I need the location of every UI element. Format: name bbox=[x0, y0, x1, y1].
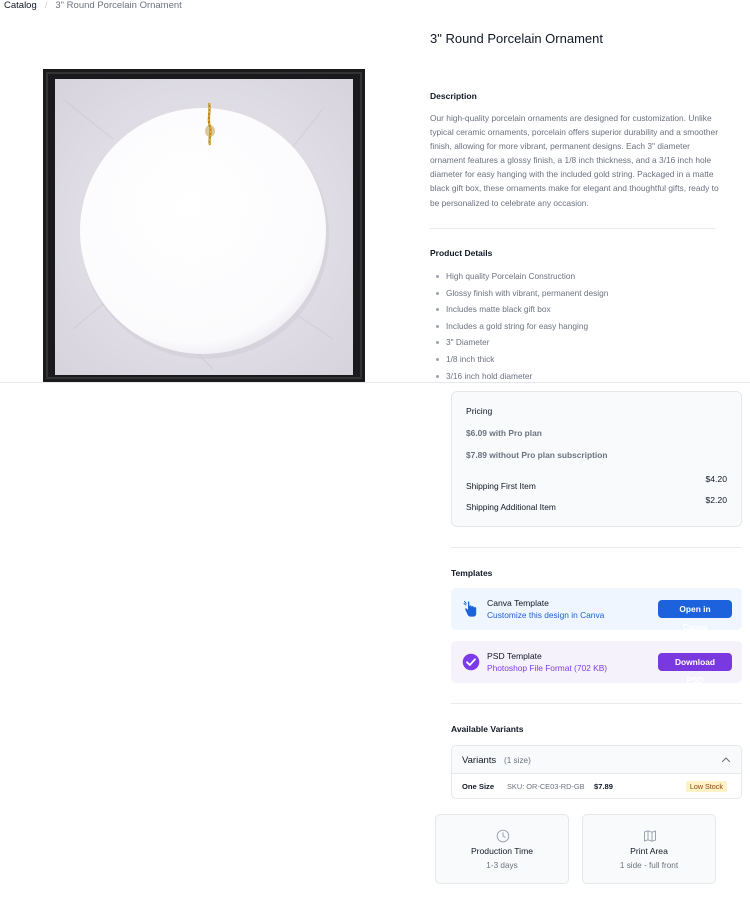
psd-template-name: PSD Template bbox=[487, 651, 542, 661]
description-text: Our high-quality porcelain ornaments are… bbox=[430, 113, 719, 208]
list-item: Includes matte black gift box bbox=[436, 301, 608, 318]
list-item: Includes a gold string for easy hanging bbox=[436, 318, 608, 335]
breadcrumb-catalog-link[interactable]: Catalog bbox=[4, 0, 37, 12]
canva-template-subtitle: Customize this design in Canva bbox=[487, 610, 605, 620]
canva-hand-icon bbox=[463, 601, 477, 617]
product-title: 3" Round Porcelain Ornament bbox=[430, 31, 603, 46]
variant-sku: SKU: OR-CE03-RD-GB bbox=[507, 782, 585, 791]
product-image bbox=[43, 69, 365, 382]
product-details-heading: Product Details bbox=[430, 248, 493, 258]
list-item: 1/8 inch thick bbox=[436, 351, 608, 368]
description-heading: Description bbox=[430, 91, 477, 101]
list-item: Glossy finish with vibrant, permanent de… bbox=[436, 285, 608, 302]
divider bbox=[430, 228, 716, 229]
canva-template-name: Canva Template bbox=[487, 598, 549, 608]
templates-heading: Templates bbox=[451, 568, 493, 578]
open-in-canva-button[interactable]: Open in Canva bbox=[658, 600, 732, 632]
divider bbox=[451, 703, 742, 704]
print-area-title: Print Area bbox=[630, 846, 668, 856]
variants-count: (1 size) bbox=[504, 756, 531, 765]
section-divider bbox=[0, 382, 750, 383]
canva-template-card: Canva Template Customize this design in … bbox=[451, 588, 742, 632]
breadcrumb: Catalog / 3" Round Porcelain Ornament bbox=[4, 0, 182, 12]
available-variants-heading: Available Variants bbox=[451, 724, 524, 734]
variant-size: One Size bbox=[462, 782, 495, 791]
list-item: 3" Diameter bbox=[436, 334, 608, 351]
print-area-value: 1 side - full front bbox=[619, 861, 679, 870]
stock-status-badge: Low Stock bbox=[685, 781, 727, 792]
pricing-heading: Pricing bbox=[466, 406, 493, 416]
product-details-list: High quality Porcelain Construction Glos… bbox=[436, 268, 608, 384]
breadcrumb-separator: / bbox=[44, 0, 48, 11]
divider bbox=[451, 547, 742, 548]
production-time-title: Production Time bbox=[470, 846, 534, 856]
map-icon bbox=[644, 830, 656, 842]
variant-row: One Size SKU: OR-CE03-RD-GB $7.89 Low St… bbox=[452, 774, 741, 799]
psd-template-subtitle: Photoshop File Format (702 KB) bbox=[487, 663, 608, 673]
download-psd-button[interactable]: Download PSD bbox=[658, 653, 732, 685]
psd-template-card: PSD Template Photoshop File Format (702 … bbox=[451, 641, 742, 685]
shipping-first-value: $4.20 bbox=[705, 474, 727, 484]
clock-icon bbox=[496, 829, 510, 843]
production-time-value: 1-3 days bbox=[486, 861, 518, 870]
list-item: 3/16 inch hold diameter bbox=[436, 368, 608, 385]
production-time-card: Production Time 1-3 days bbox=[435, 814, 569, 884]
list-item: High quality Porcelain Construction bbox=[436, 268, 608, 285]
pro-plan-price: $6.09 with Pro plan bbox=[466, 428, 542, 438]
print-area-card: Print Area 1 side - full front bbox=[582, 814, 716, 884]
variant-price: $7.89 bbox=[594, 782, 614, 791]
variants-label: Variants bbox=[462, 755, 497, 766]
chevron-up-icon[interactable] bbox=[721, 755, 731, 765]
shipping-first-label: Shipping First Item bbox=[466, 481, 536, 491]
variants-accordion-header[interactable]: Variants (1 size) bbox=[452, 746, 741, 774]
shipping-additional-value: $2.20 bbox=[705, 495, 727, 505]
check-circle-icon bbox=[462, 653, 480, 671]
variants-accordion: Variants (1 size) One Size SKU: OR-CE03-… bbox=[451, 745, 742, 799]
standard-price: $7.89 without Pro plan subscription bbox=[466, 450, 608, 460]
shipping-additional-label: Shipping Additional Item bbox=[466, 502, 556, 512]
pricing-card: Pricing $6.09 with Pro plan $7.89 withou… bbox=[451, 391, 742, 527]
breadcrumb-current: 3" Round Porcelain Ornament bbox=[55, 0, 182, 11]
